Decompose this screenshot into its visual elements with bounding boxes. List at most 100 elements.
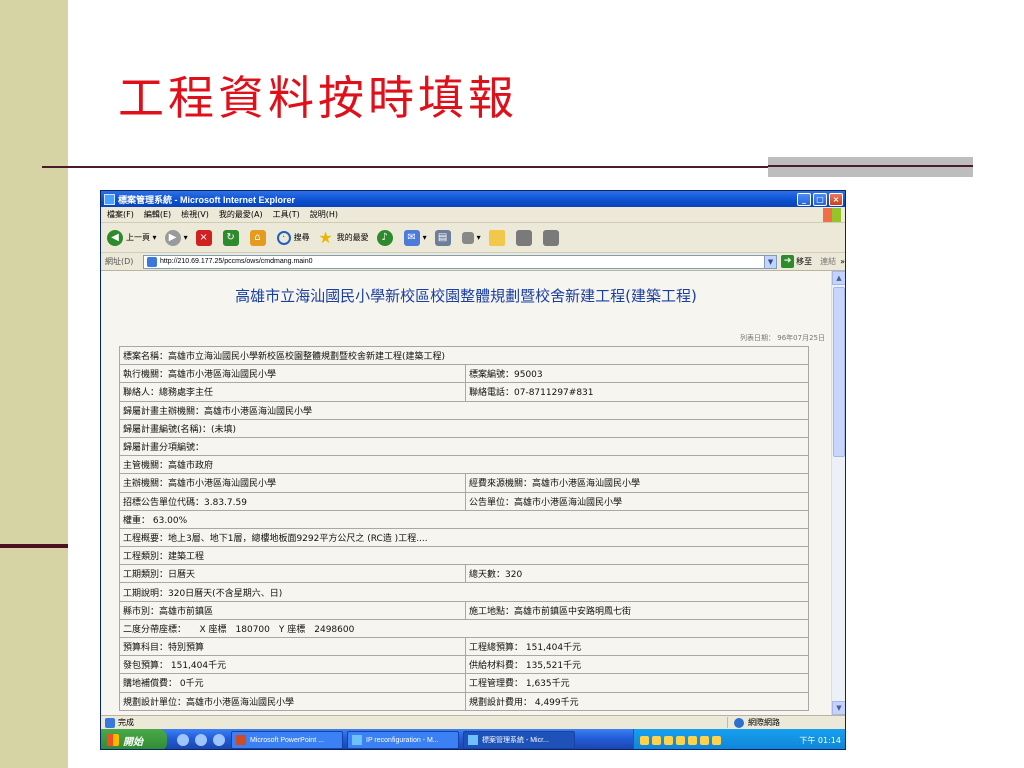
folder-icon (488, 229, 505, 246)
task-label: IP reconfiguration - M... (366, 736, 439, 744)
tray-network-icon[interactable] (652, 735, 661, 745)
go-button[interactable]: ➔ 移至 (781, 255, 812, 268)
status-text: 完成 (118, 718, 134, 727)
start-button[interactable]: 開始 (101, 729, 167, 749)
edit-icon (461, 231, 474, 244)
task-powerpoint[interactable]: Microsoft PowerPoint ... (231, 731, 343, 749)
messenger-icon (542, 229, 559, 246)
tray-update-icon[interactable] (688, 735, 697, 745)
address-dropdown-icon[interactable]: ▼ (764, 255, 777, 268)
windows-flag-icon (107, 734, 119, 746)
table-row: 權重： 63.00% (119, 509, 809, 529)
quicklaunch-ie-icon[interactable] (177, 734, 189, 746)
table-cell: 工期類別：日曆天 (119, 564, 466, 584)
system-tray: 下午 01:14 (633, 729, 845, 749)
clock[interactable]: 下午 01:14 (799, 735, 841, 746)
window-titlebar[interactable]: 標案管理系統 - Microsoft Internet Explorer _ □… (101, 191, 845, 207)
globe-icon (734, 717, 744, 728)
page-icon (147, 256, 157, 267)
menu-edit[interactable]: 編輯(E) (144, 209, 171, 220)
slide-left-bar (0, 0, 68, 768)
table-cell: 規劃設計費用： 4,499千元 (465, 691, 809, 711)
media-button[interactable]: ♪ (376, 229, 396, 246)
links-chevron-icon[interactable]: » (840, 257, 845, 266)
favorites-button[interactable]: ★ 我的最愛 (318, 227, 368, 247)
favorites-star-icon: ★ (318, 227, 333, 247)
table-cell: 總天數：320 (465, 564, 809, 584)
vertical-scrollbar[interactable]: ▲ ▼ (831, 271, 845, 715)
quicklaunch-desktop-icon[interactable] (213, 734, 225, 746)
table-row: 發包預算： 151,404千元 供給材料費： 135,521千元 (119, 655, 809, 675)
table-cell: 歸屬計畫編號(名稱)：(未填) (119, 418, 809, 438)
refresh-button[interactable]: ↻ (222, 229, 242, 246)
table-cell: 規劃設計單位：高雄市小港區海汕國民小學 (119, 691, 466, 711)
table-cell: 招標公告單位代碼：3.83.7.59 (119, 491, 466, 511)
menu-favorites[interactable]: 我的最愛(A) (219, 209, 263, 220)
ie-page-icon (468, 735, 478, 745)
minimize-icon[interactable]: _ (797, 192, 811, 206)
scroll-thumb[interactable] (833, 287, 845, 457)
search-button[interactable]: · 搜尋 (276, 230, 310, 245)
edit-button[interactable]: ▾ (461, 231, 481, 244)
tray-volume-icon[interactable] (664, 735, 673, 745)
go-label: 移至 (796, 257, 813, 266)
table-row: 預算科目：特別預算 工程總預算： 151,404千元 (119, 636, 809, 657)
status-bar: 完成 網際網路 (101, 715, 845, 729)
slide-left-bar-accent (0, 544, 68, 548)
menu-bar: 檔案(F) 編輯(E) 檢視(V) 我的最愛(A) 工具(T) 說明(H) (101, 207, 845, 223)
table-cell: 經費來源機關：高雄市小港區海汕國民小學 (465, 473, 809, 493)
back-label: 上一頁 (126, 233, 150, 242)
menu-file[interactable]: 檔案(F) (107, 209, 134, 220)
table-cell: 主辦機關：高雄市小港區海汕國民小學 (119, 473, 466, 493)
mail-dropdown-icon[interactable]: ▾ (423, 233, 427, 242)
scroll-down-icon[interactable]: ▼ (832, 701, 845, 715)
scroll-up-icon[interactable]: ▲ (832, 271, 845, 285)
print-button[interactable]: ▤ (434, 229, 454, 246)
address-input[interactable]: http://210.69.177.25/pccms/ows/cmdmang.m… (143, 254, 778, 269)
menu-view[interactable]: 檢視(V) (181, 209, 209, 220)
task-label: Microsoft PowerPoint ... (250, 736, 324, 744)
ie-window: 標案管理系統 - Microsoft Internet Explorer _ □… (100, 190, 846, 750)
print-icon: ▤ (434, 229, 451, 246)
folder-button[interactable] (488, 229, 508, 246)
forward-dropdown-icon[interactable]: ▾ (184, 233, 188, 242)
table-row: 工期說明：320日曆天(不含星期六、日) (119, 582, 809, 602)
table-row: 二度分帶座標： X 座標 180700 Y 座標 2498600 (119, 618, 809, 639)
messenger-button[interactable] (542, 229, 562, 246)
table-row: 聯絡人：總務處李主任 聯絡電話：07-8711297#831 (119, 382, 809, 402)
close-icon[interactable]: × (829, 192, 843, 206)
slide-divider-block (768, 157, 973, 177)
quicklaunch-media-icon[interactable] (195, 734, 207, 746)
research-button[interactable] (515, 229, 535, 246)
tray-messenger-icon[interactable] (700, 735, 709, 745)
security-zone: 網際網路 (727, 717, 845, 728)
table-cell: 權重： 63.00% (119, 509, 809, 529)
menu-tools[interactable]: 工具(T) (273, 209, 300, 220)
edit-dropdown-icon[interactable]: ▾ (477, 233, 481, 242)
table-row: 歸屬計畫分項編號： (119, 436, 809, 457)
table-row: 主管機關：高雄市政府 (119, 455, 809, 475)
forward-button[interactable]: ▶ ▾ (164, 229, 188, 246)
mail-icon: ✉ (403, 229, 420, 246)
search-label: 搜尋 (293, 233, 310, 242)
task-case-management[interactable]: 標案管理系統 - Micr... (463, 731, 575, 749)
tray-ime-icon[interactable] (712, 735, 721, 745)
table-cell: 發包預算： 151,404千元 (119, 655, 466, 675)
links-button[interactable]: 連結 (820, 256, 836, 267)
address-url[interactable]: http://210.69.177.25/pccms/ows/cmdmang.m… (160, 258, 313, 265)
table-row: 規劃設計單位：高雄市小港區海汕國民小學 規劃設計費用： 4,499千元 (119, 691, 809, 711)
zone-label: 網際網路 (748, 718, 780, 727)
mail-button[interactable]: ✉ ▾ (403, 229, 427, 246)
stop-button[interactable]: × (195, 229, 215, 246)
maximize-icon[interactable]: □ (813, 192, 827, 206)
back-dropdown-icon[interactable]: ▾ (150, 233, 157, 242)
table-cell: 聯絡電話：07-8711297#831 (465, 382, 809, 402)
home-button[interactable]: ⌂ (249, 229, 269, 246)
tray-security-icon[interactable] (676, 735, 685, 745)
task-ip-reconfiguration[interactable]: IP reconfiguration - M... (347, 731, 459, 749)
back-button[interactable]: ◀ 上一頁 ▾ (107, 229, 157, 246)
menu-help[interactable]: 說明(H) (310, 209, 338, 220)
tray-keyboard-icon[interactable] (640, 735, 649, 745)
ie-app-icon (104, 193, 115, 205)
table-cell: 購地補償費： 0千元 (119, 673, 466, 693)
